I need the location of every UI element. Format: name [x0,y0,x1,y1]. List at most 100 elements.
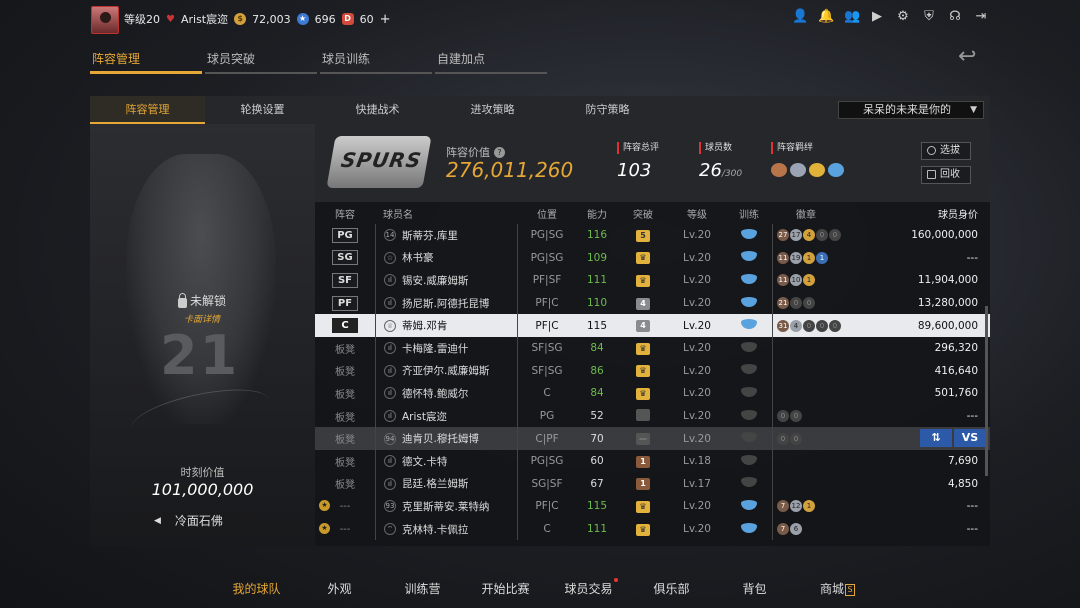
bond-label: 阵容羁绊 [771,142,844,154]
shield-icon[interactable]: ⛨ [922,10,936,24]
badge-icon: 1 [803,274,815,287]
subtab-lineup[interactable]: 阵容管理 [90,96,205,124]
nav-trade[interactable]: 球员交易 [547,578,630,597]
player-level: Lv.20 [683,387,711,400]
select-button[interactable]: 选拔 [921,142,971,160]
nav-start-game[interactable]: 开始比赛 [464,580,547,597]
badges-cell: 11 19 1 1 [772,246,856,270]
video-icon[interactable]: ▶ [870,10,884,24]
table-row[interactable]: 板凳 ıl 卡梅隆.雷迪什 SF|SG 84 ♛ Lv.20 296,320 [315,336,990,360]
swap-button[interactable]: ⇅ [920,429,952,448]
header-train[interactable]: 训练 [726,206,772,221]
tab-breakthrough[interactable]: 球员突破 [205,50,317,74]
table-row[interactable]: C ♛ 蒂姆.邓肯 PF|C 115 4 Lv.20 31 4 0 0 0 89,600… [315,314,990,337]
support-icon[interactable]: ☊ [948,10,962,24]
card-detail-link[interactable]: 卡面详情 [184,312,220,325]
badges-cell: 31 4 0 0 0 [772,314,856,337]
subtab-offense[interactable]: 进攻策略 [435,96,550,124]
scrollbar[interactable] [985,306,988,476]
add-currency-button[interactable]: + [380,12,391,27]
compare-vs-button[interactable]: VS [954,429,986,448]
player-ovr: 110 [586,297,608,310]
tickets-value: 60 [359,12,374,26]
player-level: Lv.20 [683,251,711,264]
header-level[interactable]: 等级 [668,206,726,221]
badge-icon: 0 [816,319,828,332]
training-cell [726,341,772,355]
table-row[interactable]: 板凳 ıl 齐亚伊尔.威廉姆斯 SF|SG 86 ♛ Lv.20 416,640 [315,359,990,383]
tab-training[interactable]: 球员训练 [320,50,432,74]
table-row[interactable]: ★ --- ⌔ 克林特.卡佩拉 C 111 ♛ Lv.20 76 --- [315,517,990,541]
table-row[interactable]: 板凳 ıl 昆廷.格兰姆斯 SG|SF 67 1 Lv.17 4,850 [315,472,990,496]
back-arrow-icon[interactable]: ↩ [958,46,990,68]
nav-camp[interactable]: 训练营 [381,580,464,597]
breakthrough-cell: 4 [618,297,668,310]
exit-icon[interactable]: ⇥ [974,10,988,24]
nav-appearance[interactable]: 外观 [298,580,381,597]
header-lineup[interactable]: 阵容 [315,206,375,221]
lineup-cell: SF [315,272,375,288]
training-cell [726,432,772,445]
recycle-icon [927,170,936,179]
notification-icon[interactable]: 🔔 [818,10,834,24]
player-number-icon: ıl [384,455,396,468]
player-position: PG|SG [530,251,564,264]
table-row[interactable]: PF ıl 扬尼斯.阿德托昆博 PF|C 110 4 Lv.20 21 0 0 13… [315,291,990,315]
table-row[interactable]: PG 14 斯蒂芬.库里 PG|SG 116 5 Lv.20 27 17 4 0 0 1… [315,224,990,247]
player-level: Lv.20 [683,319,711,332]
subtab-defense[interactable]: 防守策略 [550,96,665,124]
tab-lineup[interactable]: 阵容管理 [90,50,202,74]
training-icon [741,228,757,239]
prev-card-icon[interactable]: ◀ [154,516,161,526]
friends-icon[interactable]: 👥 [844,10,860,24]
nav-bag[interactable]: 背包 [713,580,796,597]
lineup-cell: SG [315,250,375,266]
player-ovr: 111 [586,274,608,287]
table-row[interactable]: 板凳 ıl 德文.卡特 PG|SG 60 1 Lv.18 7,690 [315,449,990,473]
settings-icon[interactable]: ⚙ [896,10,910,24]
tab-custom-points[interactable]: 自建加点 [435,50,547,74]
table-row[interactable]: SG ☆ 林书豪 PG|SG 109 ♛ Lv.20 11 19 1 1 --- [315,246,990,270]
header-name[interactable]: 球员名 [375,206,518,221]
breakthrough-icon: ♛ [636,342,650,355]
lineup-dropdown[interactable]: 呆呆的未来是你的 ▼ [838,101,984,119]
table-row[interactable]: SF ıl 锡安.威廉姆斯 PF|SF 111 ♛ Lv.20 11 10 1 11… [315,269,990,292]
gold-value: 72,003 [252,12,291,26]
player-name: 德怀特.鲍威尔 [402,387,469,400]
header-position[interactable]: 位置 [518,206,576,221]
player-level: Lv.20 [683,297,711,310]
player-name: 昆廷.格兰姆斯 [402,478,469,491]
breakthrough-cell [618,408,668,424]
badge-icon: 1 [803,500,815,513]
subtab-quick-tactics[interactable]: 快捷战术 [320,96,435,124]
player-worth: --- [966,410,978,423]
table-row[interactable]: ★ --- 93 克里斯蒂安.莱特纳 PF|C 115 ♛ Lv.20 7 12 1… [315,495,990,518]
nav-shop[interactable]: 商城 S [796,580,879,597]
player-card[interactable]: 21 未解锁 卡面详情 时刻价值 101,000,000 ◀ 冷面石佛 [90,124,315,546]
bond-icons[interactable] [771,163,844,177]
training-cell [726,364,772,377]
top-bar: 等级20 ♥ Arist宸迩 $ 72,003 ★ 696 D 60 + 👤 🔔… [0,0,1080,38]
table-row[interactable]: 板凳 ıl 德怀特.鲍威尔 C 84 ♛ Lv.20 501,760 [315,382,990,405]
help-icon[interactable]: ? [494,146,505,158]
player-position: SF|SG [531,364,563,377]
badges-cell [772,336,856,360]
player-worth: 4,850 [947,477,978,490]
header-break[interactable]: 突破 [618,206,668,221]
header-worth[interactable]: 球员身价 [856,206,990,221]
table-row[interactable]: 板凳 ıl Arist宸迩 PG 52 Lv.20 00 --- [315,404,990,428]
badge-icon: 0 [790,432,802,445]
recycle-button[interactable]: 回收 [921,166,971,184]
profile-icon[interactable]: 👤 [792,10,808,24]
avatar[interactable] [91,6,119,34]
subtab-rotation[interactable]: 轮换设置 [205,96,320,124]
badges-cell: 11 10 1 [772,269,856,292]
position-chip: PF [332,295,358,311]
header-badges[interactable]: 徽章 [772,206,856,221]
table-row[interactable]: 板凳 94 迪肯贝.穆托姆博 C|PF 70 — Lv.20 00 ⇅ VS [315,427,990,450]
nav-my-team[interactable]: 我的球队 [215,580,298,597]
nav-club[interactable]: 俱乐部 [630,580,713,597]
header-ovr[interactable]: 能力 [576,206,618,221]
breakthrough-icon: ♛ [636,523,650,536]
player-name: 蒂姆.邓肯 [402,320,448,333]
